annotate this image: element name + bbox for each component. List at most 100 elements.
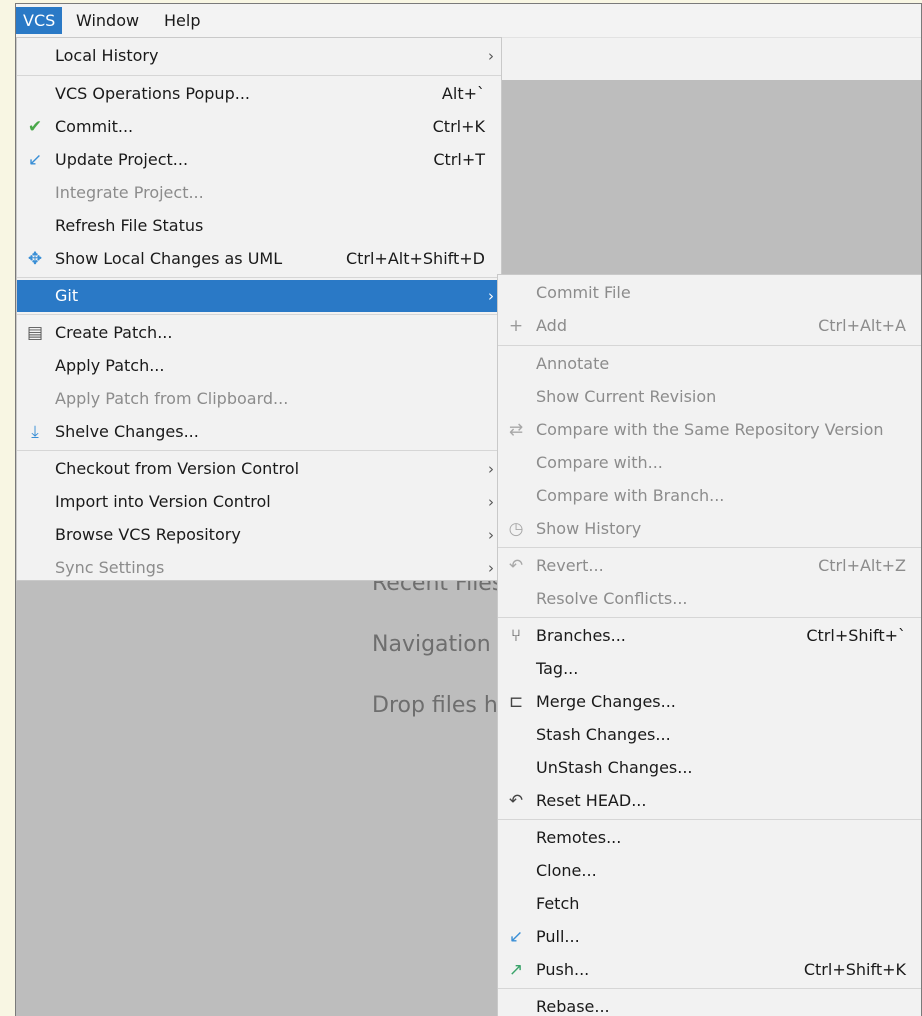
menu-separator (17, 277, 501, 278)
menu-vcs[interactable]: VCS (16, 7, 63, 34)
menu-item-label: Apply Patch... (55, 356, 165, 375)
menu-item-show-current-revision: Show Current Revision (498, 381, 921, 413)
menu-item-checkout-vc[interactable]: Checkout from Version Control › (17, 453, 501, 485)
menu-item-fetch[interactable]: Fetch (498, 888, 921, 920)
menu-item-resolve-conflicts: Resolve Conflicts... (498, 583, 921, 615)
menu-item-label: Merge Changes... (536, 692, 676, 711)
menu-item-merge-changes[interactable]: ⊏ Merge Changes... (498, 686, 921, 718)
menu-separator (498, 345, 921, 346)
menu-bar: VCS Window Help (16, 4, 921, 38)
menu-item-label: Import into Version Control (55, 492, 271, 511)
menu-item-label: Update Project... (55, 150, 189, 169)
menu-item-label: Add (536, 316, 567, 335)
chevron-right-icon: › (488, 287, 494, 305)
menu-item-update-project[interactable]: ↙ Update Project... Ctrl+T (17, 144, 501, 176)
patch-icon: ▤ (26, 323, 44, 343)
menu-item-label: UnStash Changes... (536, 758, 693, 777)
menu-item-label: Local History (55, 46, 159, 65)
shortcut-label: Ctrl+K (432, 117, 485, 136)
menu-item-show-local-changes-uml[interactable]: ✥ Show Local Changes as UML Ctrl+Alt+Shi… (17, 243, 501, 275)
menu-item-annotate: Annotate (498, 348, 921, 380)
branch-icon: ⑂ (510, 626, 522, 646)
menu-item-tag[interactable]: Tag... (498, 653, 921, 685)
uml-diagram-icon: ✥ (27, 249, 43, 269)
menu-item-git[interactable]: Git › (17, 280, 501, 312)
compare-icon: ⇄ (508, 420, 524, 440)
menu-window[interactable]: Window (69, 7, 146, 34)
plus-icon: + (508, 316, 524, 336)
menu-separator (17, 450, 501, 451)
menu-item-vcs-operations-popup[interactable]: VCS Operations Popup... Alt+` (17, 78, 501, 110)
revert-icon: ↶ (508, 556, 524, 576)
menu-item-remotes[interactable]: Remotes... (498, 822, 921, 854)
menu-item-label: Branches... (536, 626, 626, 645)
menu-item-integrate-project: Integrate Project... (17, 177, 501, 209)
shortcut-label: Ctrl+Shift+K (803, 960, 906, 979)
navigation-hint: Navigation (372, 632, 491, 657)
chevron-right-icon: › (488, 493, 494, 511)
menu-item-rebase[interactable]: Rebase... (498, 991, 921, 1016)
chevron-right-icon: › (488, 47, 494, 65)
menu-item-label: Show Current Revision (536, 387, 717, 406)
shortcut-label: Ctrl+Alt+Z (818, 556, 906, 575)
menu-separator (498, 547, 921, 548)
menu-item-label: Browse VCS Repository (55, 525, 241, 544)
shortcut-label: Ctrl+Shift+` (806, 626, 906, 645)
menu-item-label: Refresh File Status (55, 216, 204, 235)
menu-item-browse-vcs-repo[interactable]: Browse VCS Repository › (17, 519, 501, 551)
git-submenu: Commit File + Add Ctrl+Alt+A Annotate Sh… (497, 274, 921, 1016)
menu-item-label: Remotes... (536, 828, 622, 847)
menu-item-label: Stash Changes... (536, 725, 671, 744)
shortcut-label: Alt+` (441, 84, 485, 103)
menu-item-branches[interactable]: ⑂ Branches... Ctrl+Shift+` (498, 620, 921, 652)
menu-item-label: Compare with the Same Repository Version (536, 420, 884, 439)
vcs-menu: Local History › VCS Operations Popup... … (16, 37, 502, 581)
menu-item-pull[interactable]: ↙ Pull... (498, 921, 921, 953)
menu-item-label: Rebase... (536, 997, 610, 1016)
menu-item-apply-patch-clipboard: Apply Patch from Clipboard... (17, 383, 501, 415)
menu-item-shelve-changes[interactable]: ⤓ Shelve Changes... (17, 416, 501, 448)
menu-item-label: Annotate (536, 354, 610, 373)
menu-item-label: Resolve Conflicts... (536, 589, 688, 608)
menu-item-label: Checkout from Version Control (55, 459, 300, 478)
update-arrow-icon: ↙ (27, 150, 43, 170)
menu-item-add: + Add Ctrl+Alt+A (498, 310, 921, 342)
ide-window: Recent Files Navigation Drop files h VCS… (15, 3, 922, 1016)
menu-item-commit[interactable]: ✔ Commit... Ctrl+K (17, 111, 501, 143)
shelve-icon: ⤓ (31, 422, 39, 442)
menu-item-label: Clone... (536, 861, 597, 880)
menu-item-compare-with: Compare with... (498, 447, 921, 479)
menu-item-label: Commit... (55, 117, 134, 136)
menu-item-stash-changes[interactable]: Stash Changes... (498, 719, 921, 751)
menu-item-label: Integrate Project... (55, 183, 204, 202)
push-arrow-icon: ↗ (508, 960, 524, 980)
history-clock-icon: ◷ (508, 519, 524, 539)
menu-item-unstash-changes[interactable]: UnStash Changes... (498, 752, 921, 784)
menu-item-label: Commit File (536, 283, 631, 302)
menu-item-label: Git (55, 286, 79, 305)
menu-help[interactable]: Help (157, 7, 207, 34)
menu-item-label: Compare with Branch... (536, 486, 725, 505)
menu-item-reset-head[interactable]: ↶ Reset HEAD... (498, 785, 921, 817)
menu-item-local-history[interactable]: Local History › (17, 40, 501, 72)
menu-item-compare-same-repo: ⇄ Compare with the Same Repository Versi… (498, 414, 921, 446)
menu-item-clone[interactable]: Clone... (498, 855, 921, 887)
menu-item-label: Reset HEAD... (536, 791, 647, 810)
menu-item-commit-file: Commit File (498, 277, 921, 309)
menu-item-label: Show Local Changes as UML (55, 249, 283, 268)
menu-item-import-vc[interactable]: Import into Version Control › (17, 486, 501, 518)
menu-separator (17, 314, 501, 315)
menu-item-label: Show History (536, 519, 642, 538)
check-icon: ✔ (27, 117, 43, 137)
pull-arrow-icon: ↙ (508, 927, 524, 947)
menu-item-refresh-file-status[interactable]: Refresh File Status (17, 210, 501, 242)
undo-icon: ↶ (508, 791, 524, 811)
menu-item-apply-patch[interactable]: Apply Patch... (17, 350, 501, 382)
menu-item-label: Tag... (536, 659, 579, 678)
menu-item-label: Shelve Changes... (55, 422, 199, 441)
menu-item-create-patch[interactable]: ▤ Create Patch... (17, 317, 501, 349)
menu-item-push[interactable]: ↗ Push... Ctrl+Shift+K (498, 954, 921, 986)
shortcut-label: Ctrl+Alt+Shift+D (345, 249, 485, 268)
drop-files-hint: Drop files h (372, 693, 498, 718)
menu-item-label: Create Patch... (55, 323, 173, 342)
